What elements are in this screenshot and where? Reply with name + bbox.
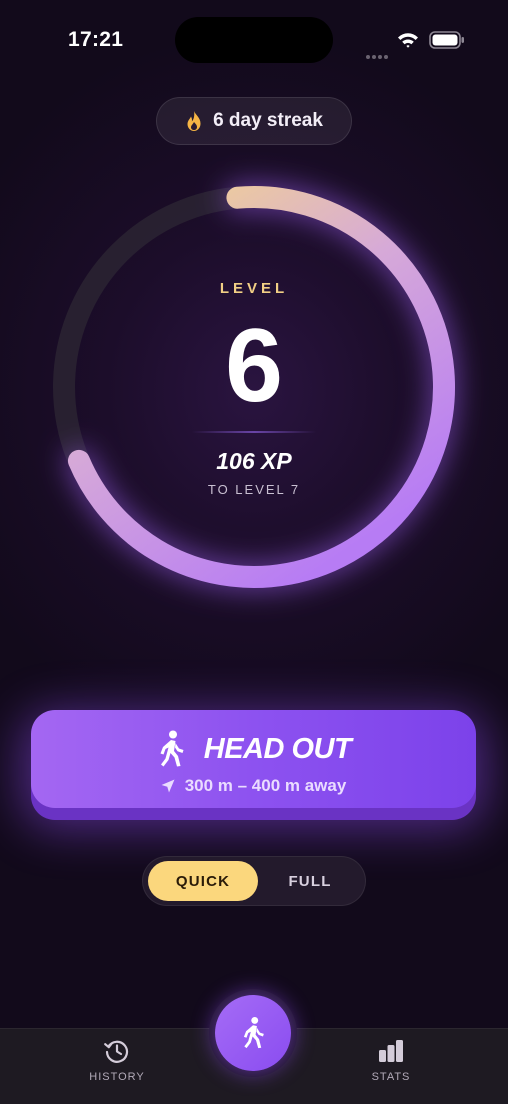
streak-badge: 6 day streak [156, 97, 352, 145]
tab-stats[interactable]: STATS [331, 1037, 451, 1093]
history-icon [104, 1040, 129, 1063]
level-label: LEVEL [219, 280, 289, 297]
mode-option-full[interactable]: FULL [258, 861, 362, 901]
status-time: 17:21 [68, 28, 124, 51]
head-out-row: HEAD OUT [31, 728, 476, 770]
xp-caption: TO LEVEL 7 [207, 482, 301, 497]
tab-history-label: HISTORY [89, 1071, 145, 1083]
walker-icon [243, 1016, 264, 1049]
streak-label: 6 day streak [213, 110, 323, 131]
screen-background [0, 0, 508, 1104]
stats-icon [379, 1040, 403, 1062]
location-arrow-icon [161, 779, 175, 793]
distance-row: 300 m – 400 m away [31, 774, 476, 798]
dynamic-island [175, 17, 333, 63]
head-out-label: HEAD OUT [203, 732, 352, 765]
mode-toggle: QUICK FULL [142, 856, 366, 906]
mode-option-quick[interactable]: QUICK [148, 861, 258, 901]
xp-value: 106 XP [216, 448, 292, 474]
center-walk-button[interactable] [215, 995, 291, 1071]
tab-history[interactable]: HISTORY [57, 1037, 177, 1093]
wifi-icon [398, 33, 418, 48]
flame-icon [187, 111, 201, 131]
battery-icon [429, 31, 464, 49]
level-divider [192, 431, 316, 433]
signal-icon [366, 44, 390, 59]
walker-icon [160, 730, 184, 767]
level-number: 6 [225, 308, 283, 424]
head-out-button[interactable]: HEAD OUT 300 m – 400 m away [31, 710, 476, 808]
distance-label: 300 m – 400 m away [184, 776, 347, 795]
tab-stats-label: STATS [371, 1071, 411, 1083]
